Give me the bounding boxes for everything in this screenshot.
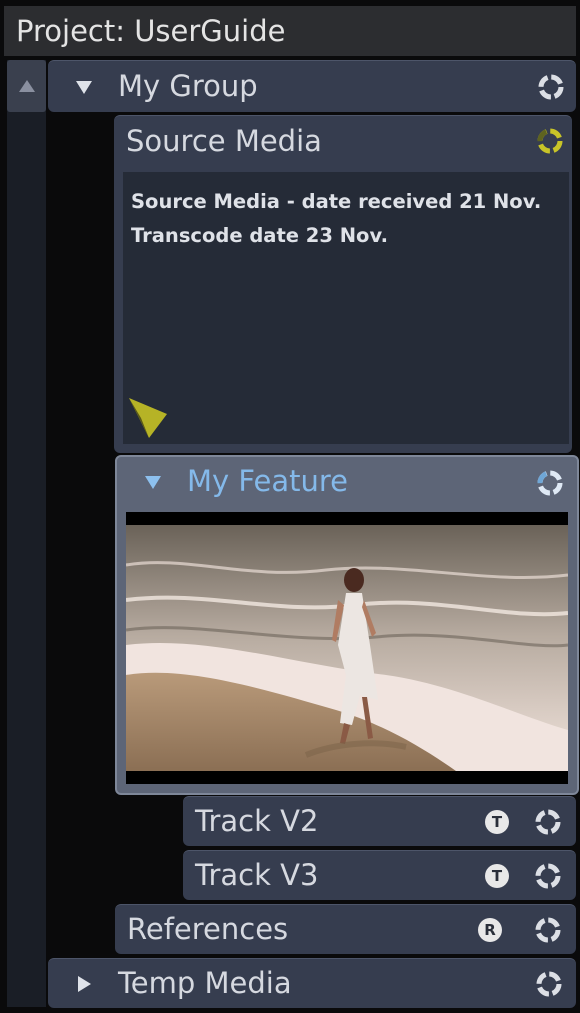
group-label: My Group: [118, 69, 258, 103]
track-row[interactable]: Track V2 T: [183, 796, 576, 846]
source-media-label: Source Media: [126, 124, 322, 158]
note-line: Source Media - date received 21 Nov.: [131, 190, 542, 213]
sync-ring-icon[interactable]: [535, 468, 565, 498]
beach-thumbnail-image: [126, 525, 568, 771]
disclosure-down-icon[interactable]: [145, 476, 161, 489]
feature-thumbnail[interactable]: [126, 512, 568, 784]
references-row[interactable]: References R: [115, 904, 576, 954]
disclosure-down-icon[interactable]: [76, 81, 92, 94]
sync-ring-icon[interactable]: [536, 72, 566, 102]
sync-ring-icon[interactable]: [533, 915, 563, 945]
scroll-up-button[interactable]: [7, 60, 46, 112]
disclosure-right-icon[interactable]: [78, 976, 91, 992]
feature-label: My Feature: [187, 464, 348, 498]
note-line: Transcode date 23 Nov.: [131, 224, 388, 247]
track-type-badge-icon: T: [485, 864, 509, 888]
references-label: References: [127, 912, 289, 946]
sync-ring-icon[interactable]: [534, 969, 564, 999]
track-row[interactable]: Track V3 T: [183, 850, 576, 900]
project-title: Project: UserGuide: [16, 14, 286, 48]
temp-media-label: Temp Media: [118, 966, 292, 1000]
scroll-up-icon: [19, 80, 35, 92]
source-media-note[interactable]: Source Media - date received 21 Nov. Tra…: [123, 172, 569, 444]
track-label: Track V2: [195, 804, 319, 838]
note-flag-icon[interactable]: [127, 396, 169, 440]
project-title-bar: Project: UserGuide: [4, 6, 576, 56]
temp-media-row[interactable]: Temp Media: [48, 958, 576, 1008]
track-type-badge-icon: T: [485, 810, 509, 834]
track-label: Track V3: [195, 858, 319, 892]
sync-ring-icon[interactable]: [535, 126, 565, 156]
tree-left-rail: [7, 60, 46, 1007]
group-row[interactable]: My Group: [48, 60, 576, 112]
reference-badge-icon: R: [478, 918, 502, 942]
sync-ring-icon[interactable]: [533, 861, 563, 891]
sync-ring-icon[interactable]: [533, 807, 563, 837]
